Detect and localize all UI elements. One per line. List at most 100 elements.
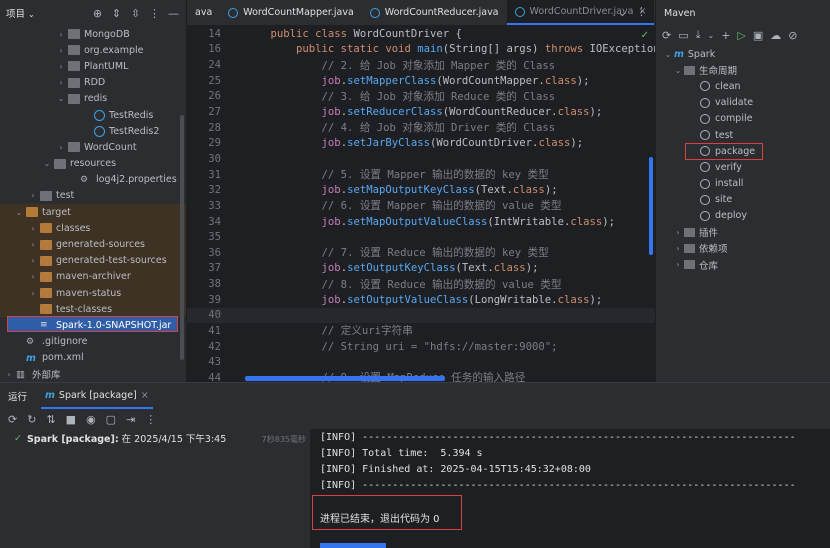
expand-arrow-icon[interactable]: ›	[28, 272, 38, 281]
maven-tree-item[interactable]: test	[656, 127, 830, 143]
project-tree-item[interactable]: › ▥ 外部库	[0, 366, 186, 382]
code-line[interactable]: 31 // 5. 设置 Mapper 输出的数据的 key 类型	[187, 167, 655, 183]
run-tab[interactable]: m Spark [package] ×	[41, 383, 153, 409]
code-line[interactable]: 36 // 7. 设置 Reduce 输出的数据的 key 类型	[187, 245, 655, 261]
show-icon[interactable]: ◉	[86, 413, 96, 426]
maven-tree-item[interactable]: verify	[656, 159, 830, 175]
expand-arrow-icon[interactable]: ⌄	[14, 208, 24, 217]
project-tree-item[interactable]: › RDD	[0, 75, 186, 91]
expand-arrow-icon[interactable]: ⌄	[672, 66, 684, 75]
expand-arrow-icon[interactable]: ›	[672, 244, 684, 253]
project-tree-item[interactable]: › test	[0, 188, 186, 204]
execute-goal-icon[interactable]: ▣	[753, 29, 763, 42]
line-number[interactable]: 36	[187, 247, 245, 259]
console-hscrollbar[interactable]	[320, 543, 386, 548]
line-number[interactable]: 28	[187, 122, 245, 134]
editor-tab[interactable]: WordCountDriver.java ×	[506, 0, 655, 25]
expand-arrow-icon[interactable]: ⌄	[662, 50, 674, 59]
expand-arrow-icon[interactable]: ›	[56, 62, 66, 71]
run-item[interactable]: ✓ Spark [package]: 在 2025/4/15 下午3:45 7秒…	[0, 429, 310, 447]
maven-tree-item[interactable]: deploy	[656, 208, 830, 224]
code-line[interactable]: 41 // 定义uri字符串	[187, 323, 655, 339]
line-number[interactable]: 38	[187, 278, 245, 290]
line-number[interactable]: 14	[187, 28, 245, 40]
more-icon[interactable]: ⋮	[145, 413, 156, 426]
inspection-ok-icon[interactable]: ✓	[641, 30, 649, 41]
code-line[interactable]: 16 public static void main(String[] args…	[187, 42, 655, 58]
line-number[interactable]: 33	[187, 200, 245, 212]
project-tree-item[interactable]: ⌄ resources	[0, 156, 186, 172]
code-line[interactable]: 28 // 4. 给 Job 对象添加 Driver 类的 Class	[187, 120, 655, 136]
expand-arrow-icon[interactable]: ›	[28, 289, 38, 298]
line-number[interactable]: 44	[187, 372, 245, 382]
code-line[interactable]: 27 job.setReducerClass(WordCountReducer.…	[187, 104, 655, 120]
maven-tree-item[interactable]: › 插件	[656, 224, 830, 240]
project-title[interactable]: 项目 ⌄	[6, 6, 85, 20]
line-number[interactable]: 42	[187, 341, 245, 353]
code-line[interactable]: 40	[187, 307, 655, 324]
maven-tree-item[interactable]: ⌄ m Spark	[656, 46, 830, 62]
project-tree-item[interactable]: m pom.xml	[0, 350, 186, 366]
line-number[interactable]: 39	[187, 294, 245, 306]
expand-arrow-icon[interactable]: ›	[56, 46, 66, 55]
editor-hscrollbar[interactable]	[245, 376, 445, 381]
editor-tab[interactable]: WordCountReducer.java	[362, 0, 507, 25]
code-line[interactable]: 38 // 8. 设置 Reduce 输出的数据的 value 类型	[187, 276, 655, 292]
project-tree-item[interactable]: › org.example	[0, 42, 186, 58]
line-number[interactable]: 43	[187, 356, 245, 368]
line-number[interactable]: 29	[187, 137, 245, 149]
expand-arrow-icon[interactable]: ›	[672, 228, 684, 237]
screenshot-icon[interactable]: ▢	[106, 413, 116, 426]
expand-arrow-icon[interactable]: ›	[56, 30, 66, 39]
project-tree-item[interactable]: TestRedis2	[0, 123, 186, 139]
expand-arrow-icon[interactable]: ›	[4, 370, 14, 379]
code-line[interactable]: 33 // 6. 设置 Mapper 输出的数据的 value 类型	[187, 198, 655, 214]
project-tree-item[interactable]: ≡ Spark-1.0-SNAPSHOT.jar	[0, 317, 186, 333]
editor-tab[interactable]: WordCountMapper.java	[220, 0, 362, 25]
offline-icon[interactable]: ☁	[770, 29, 781, 42]
project-tree-item[interactable]: › generated-sources	[0, 236, 186, 253]
add-project-icon[interactable]: ▭	[678, 29, 688, 42]
expand-arrow-icon[interactable]: ⌄	[56, 94, 66, 103]
project-tree-item[interactable]: › classes	[0, 220, 186, 237]
run-icon[interactable]: ▷	[737, 29, 745, 42]
expand-arrow-icon[interactable]: ›	[28, 256, 38, 265]
expand-arrow-icon[interactable]: ›	[28, 224, 38, 233]
line-number[interactable]: 32	[187, 184, 245, 196]
line-number[interactable]: 25	[187, 75, 245, 87]
line-number[interactable]: 40	[187, 309, 245, 321]
line-number[interactable]: 41	[187, 325, 245, 337]
editor-scrollbar[interactable]	[649, 157, 653, 255]
project-tree-item[interactable]: › WordCount	[0, 139, 186, 155]
reload-icon[interactable]: ⟳	[662, 29, 671, 42]
maven-tree-item[interactable]: ⌄ 生命周期	[656, 62, 830, 78]
maven-tree-item[interactable]: clean	[656, 78, 830, 94]
maven-tree-item[interactable]: site	[656, 192, 830, 208]
tab-chevron-icon[interactable]: ⌄	[618, 6, 627, 19]
code-line[interactable]: 37 job.setOutputKeyClass(Text.class);	[187, 261, 655, 277]
line-number[interactable]: 27	[187, 106, 245, 118]
download-icon[interactable]: ⤓	[696, 28, 701, 42]
project-tree-item[interactable]: › maven-archiver	[0, 268, 186, 285]
collapse-all-icon[interactable]: ⇳	[129, 7, 142, 20]
code-area[interactable]: 14 public class WordCountDriver {16 publ…	[187, 26, 655, 382]
editor-tab[interactable]: ava	[187, 0, 220, 25]
maven-tree-item[interactable]: › 依赖项	[656, 240, 830, 256]
expand-arrow-icon[interactable]: ›	[28, 191, 38, 200]
expand-arrow-icon[interactable]: ⌄	[42, 159, 52, 168]
expand-all-icon[interactable]: ⇕	[110, 7, 123, 20]
maven-tree-item[interactable]: › 仓库	[656, 256, 830, 272]
skip-tests-icon[interactable]: ⊘	[788, 29, 797, 42]
code-line[interactable]: 24 // 2. 给 Job 对象添加 Mapper 类的 Class	[187, 57, 655, 73]
code-line[interactable]: 25 job.setMapperClass(WordCountMapper.cl…	[187, 73, 655, 89]
code-line[interactable]: 26 // 3. 给 Job 对象添加 Reduce 类的 Class	[187, 89, 655, 105]
code-line[interactable]: 42 // String uri = "hdfs://master:9000";	[187, 339, 655, 355]
line-number[interactable]: 34	[187, 216, 245, 228]
code-line[interactable]: 14 public class WordCountDriver {	[187, 26, 655, 42]
code-line[interactable]: 35	[187, 229, 655, 245]
project-tree-item[interactable]: ⚙ .gitignore	[0, 334, 186, 350]
chevron-down-icon[interactable]: ⌄	[708, 31, 715, 40]
code-line[interactable]: 43	[187, 354, 655, 370]
maven-tree-item[interactable]: validate	[656, 95, 830, 111]
expand-arrow-icon[interactable]: ›	[672, 260, 684, 269]
